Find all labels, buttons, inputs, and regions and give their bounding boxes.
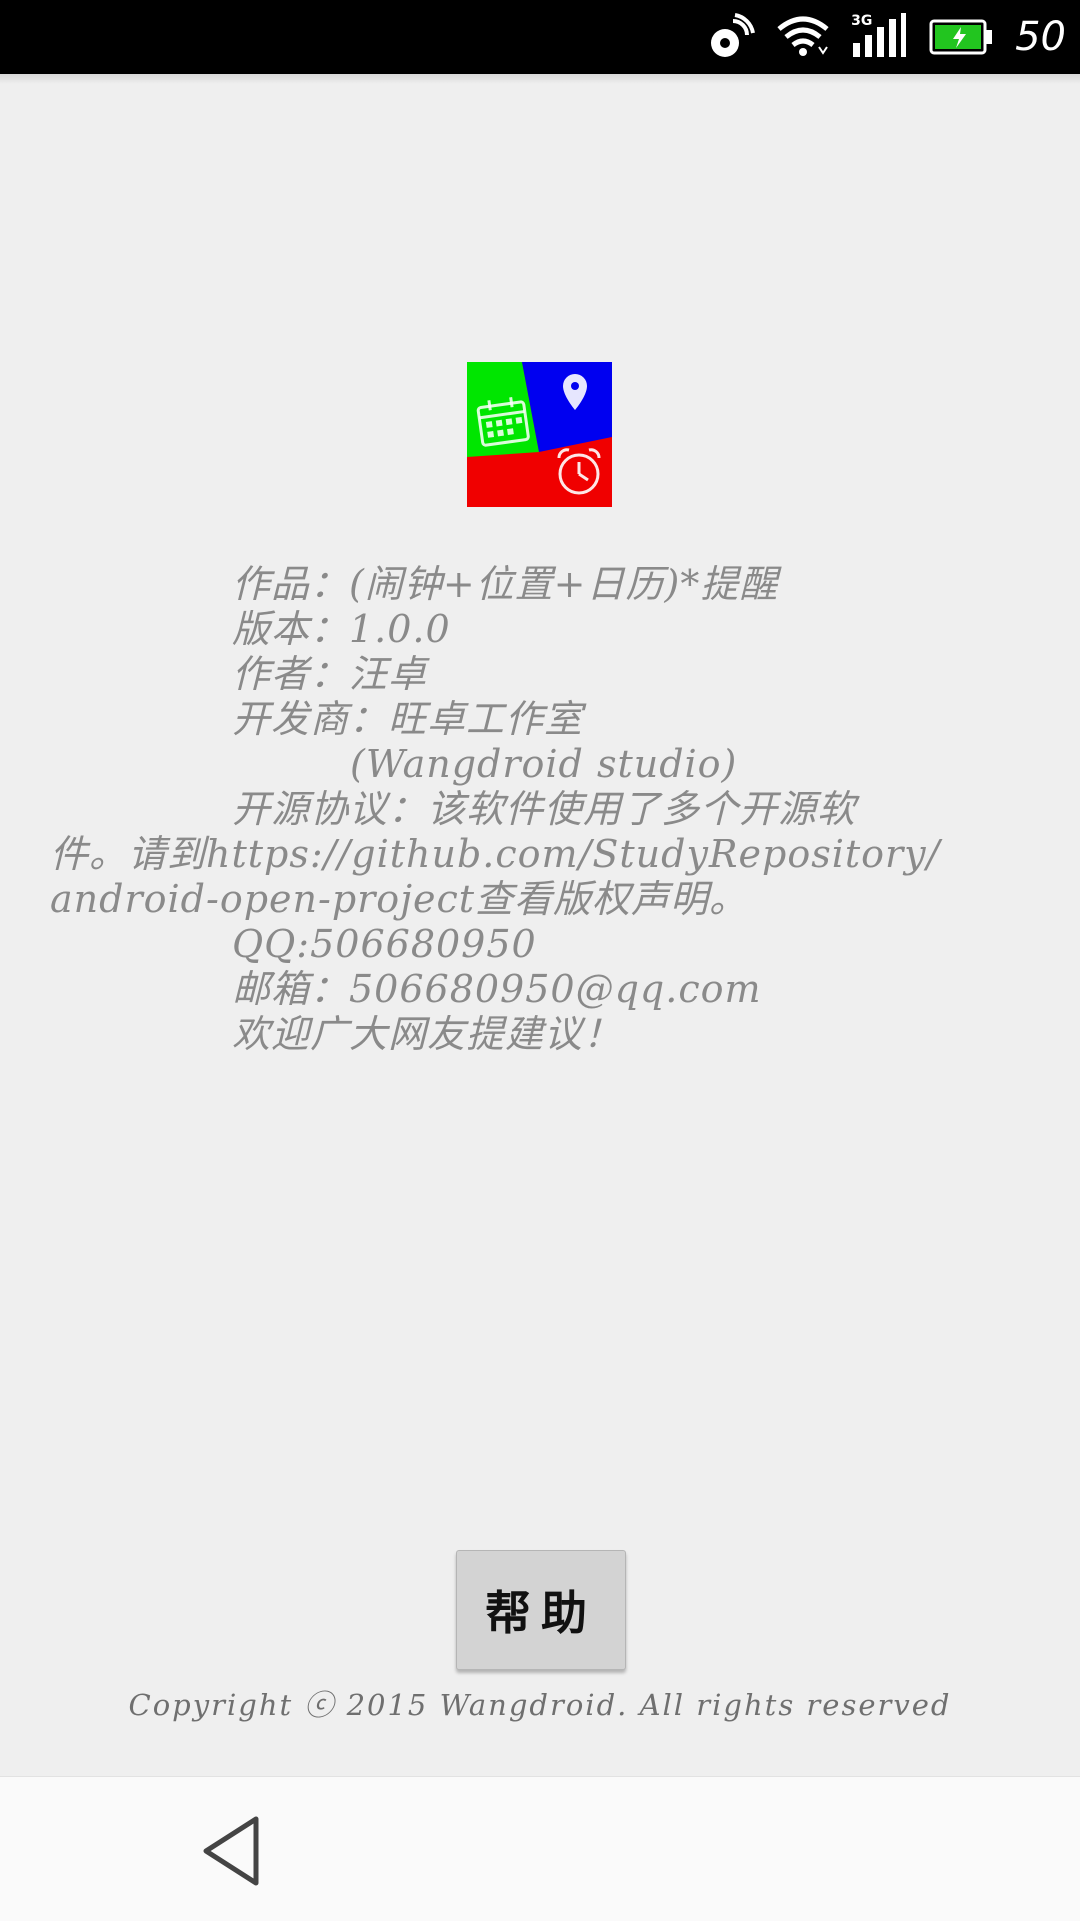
navigation-bar	[0, 1776, 1080, 1921]
copyright-text: Copyright ⓒ 2015 Wangdroid. All rights r…	[128, 1688, 952, 1722]
app-logo-icon	[467, 362, 612, 507]
license-line-1: 开源协议：该软件使用了多个开源软	[232, 787, 857, 831]
license-line-2: 件。请到https://github.com/StudyRepository/	[50, 832, 941, 876]
author-line: 作者：汪卓	[232, 652, 428, 696]
status-icons: 3G 50	[707, 0, 1066, 74]
developer-en-line: (Wangdroid studio)	[350, 742, 738, 786]
action-bar-shadow	[0, 74, 1080, 84]
battery-level: 50	[1015, 14, 1066, 60]
license-line-3: android-open-project查看版权声明。	[50, 877, 749, 921]
developer-line: 开发商：旺卓工作室	[232, 697, 584, 741]
nfc-icon	[707, 13, 756, 61]
status-bar: 3G 50	[0, 0, 1080, 74]
help-button[interactable]: 帮助	[456, 1550, 626, 1670]
back-triangle-icon	[203, 1816, 259, 1886]
signal-icon: 3G	[851, 13, 907, 61]
battery-icon	[929, 19, 993, 55]
version-line: 版本：1.0.0	[232, 607, 451, 651]
back-button[interactable]	[198, 1813, 268, 1889]
email-line: 邮箱：506680950@qq.com	[232, 967, 762, 1011]
work-line: 作品：(闹钟+位置+日历)*提醒	[232, 562, 779, 606]
welcome-line: 欢迎广大网友提建议！	[232, 1012, 623, 1056]
wifi-icon	[777, 15, 829, 59]
qq-line: QQ:506680950	[232, 922, 537, 966]
